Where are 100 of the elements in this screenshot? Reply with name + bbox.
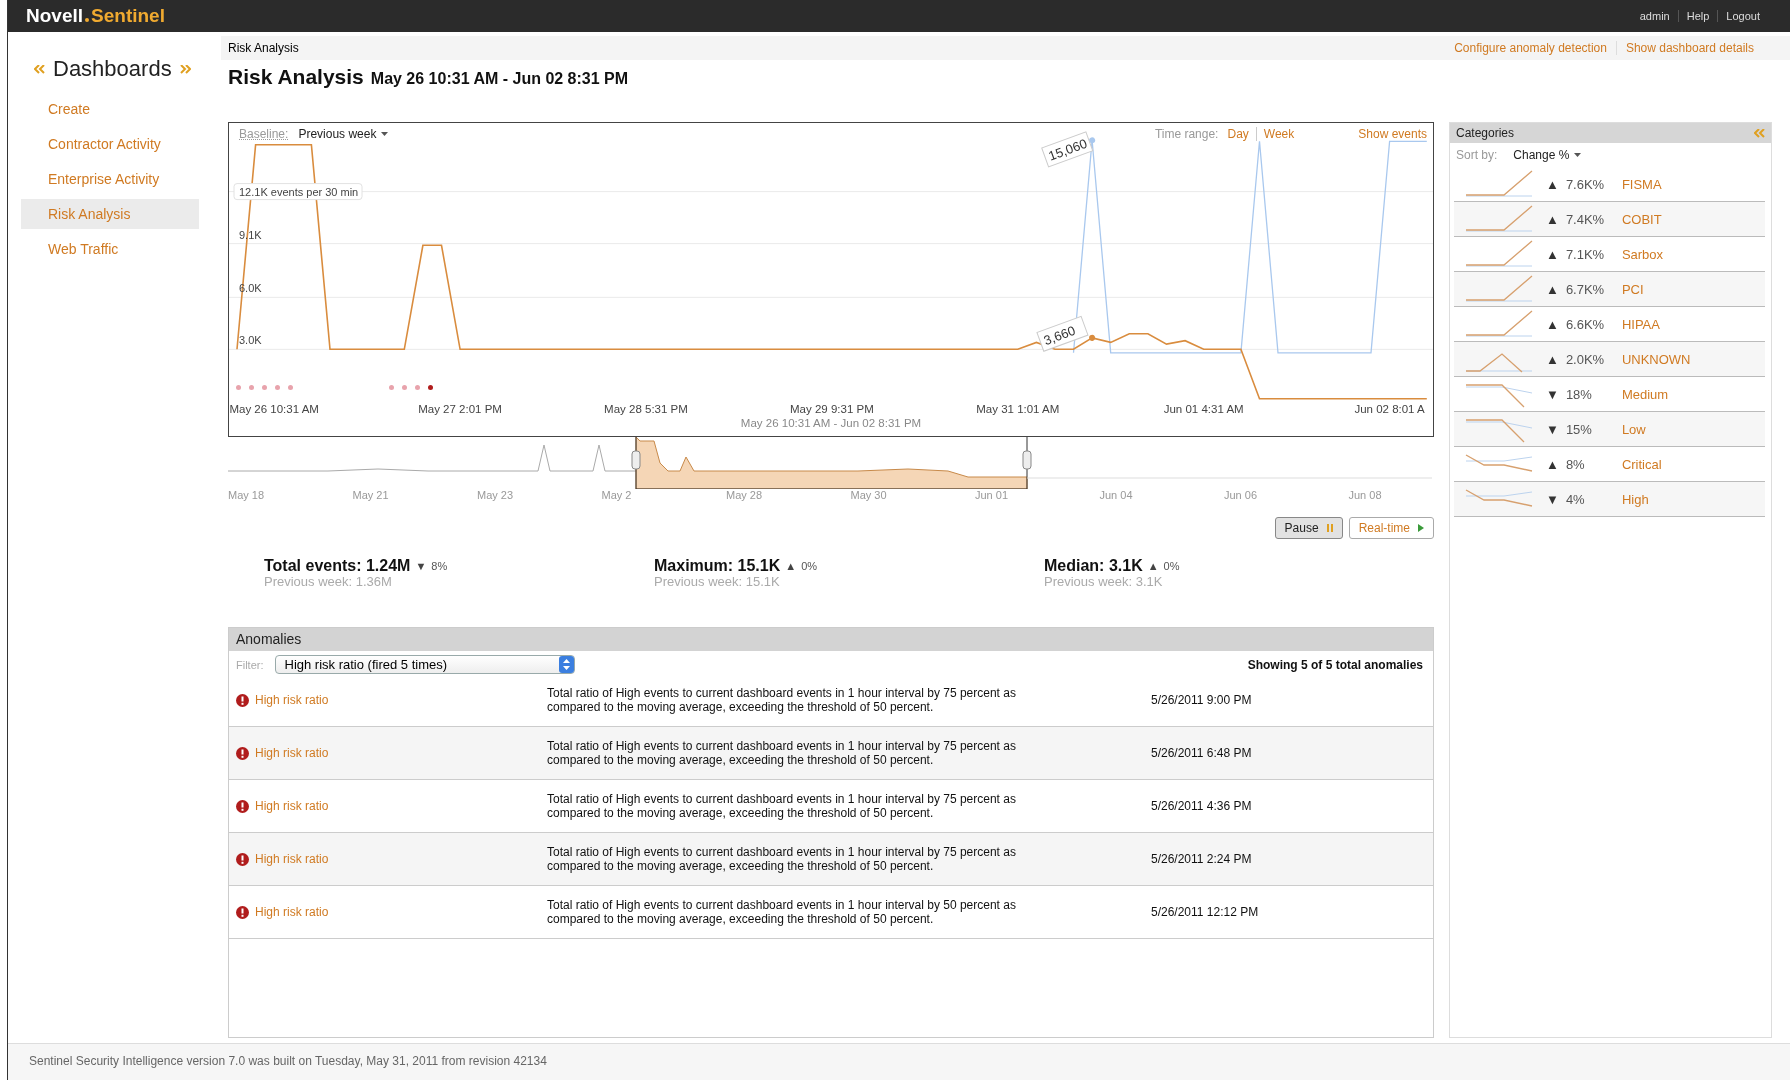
event-marker[interactable] (415, 385, 420, 390)
category-link[interactable]: Low (1621, 421, 1646, 437)
sort-label: Sort by: (1456, 148, 1498, 162)
trend-arrow: ▼ (415, 560, 427, 572)
action-link[interactable]: Show dashboard details (1625, 41, 1754, 55)
stat-change: 0% (801, 560, 818, 572)
dashboard-link[interactable]: Web Traffic (21, 234, 199, 264)
category-link[interactable]: High (1621, 491, 1649, 507)
pause-icon (1326, 524, 1333, 532)
anomaly-link[interactable]: High risk ratio (255, 852, 329, 866)
show-events-link[interactable]: Show events (1358, 127, 1427, 141)
time-range-link[interactable]: Week (1255, 127, 1295, 141)
dashboard-link[interactable]: Risk Analysis (21, 199, 199, 229)
alert-icon (236, 799, 249, 813)
time-range-link[interactable]: Day (1227, 127, 1249, 141)
alert-icon (236, 905, 249, 919)
overview-date-label: Jun 08 (1348, 489, 1382, 501)
event-marker[interactable] (402, 385, 407, 390)
overview-date-label: May 23 (477, 489, 515, 501)
category-change: 2.0K% (1565, 351, 1606, 367)
anomaly-description: Total ratio of High events to current dashboard events in 1 hour interval by 75 percent as compared to the moving average, exceeding the threshold of 50 percent. (547, 792, 1017, 820)
trend-sparkline (1464, 239, 1534, 269)
anomaly-link[interactable]: High risk ratio (255, 693, 329, 707)
overview-date-label: May 30 (850, 489, 888, 501)
annotation: 3,660 (1041, 322, 1078, 348)
trend-sparkline (1464, 169, 1534, 199)
x-tick-label: May 28 5:31 PM (604, 403, 688, 415)
x-tick-label: Jun 02 8:01 A (1354, 403, 1425, 415)
action-link[interactable]: Configure anomaly detection (1454, 41, 1607, 55)
x-tick-label: May 31 1:01 AM (976, 403, 1060, 415)
trend-arrow: ▲ (1546, 351, 1559, 367)
overview-date-label: Jun 01 (975, 489, 1010, 501)
category-change: 7.4K% (1565, 211, 1606, 227)
baseline-dropdown[interactable]: Previous week (298, 127, 389, 141)
dashboard-link[interactable]: Enterprise Activity (21, 164, 199, 194)
expand-icon[interactable] (179, 64, 191, 74)
category-link[interactable]: HIPAA (1621, 316, 1660, 332)
header-link[interactable]: Logout (1717, 10, 1768, 22)
category-link[interactable]: PCI (1621, 281, 1644, 297)
trend-arrow: ▼ (1546, 421, 1559, 437)
header-link[interactable]: Help (1677, 10, 1718, 22)
breadcrumb: Risk Analysis (228, 41, 299, 55)
header-link[interactable]: admin (1631, 10, 1678, 22)
baseline-label: Baseline: (239, 127, 289, 141)
trend-arrow: ▲ (1546, 176, 1559, 192)
collapse-icon[interactable] (34, 64, 45, 74)
pause-button[interactable]: Pause (1274, 517, 1343, 539)
overview-date-label: May 28 (726, 489, 764, 501)
anomaly-description: Total ratio of High events to current dashboard events in 1 hour interval by 75 percent as compared to the moving average, exceeding the threshold of 50 percent. (547, 845, 1017, 873)
category-change: 6.7K% (1565, 281, 1606, 297)
anomaly-link[interactable]: High risk ratio (255, 905, 329, 919)
anomaly-description: Total ratio of High events to current dashboard events in 1 hour interval by 75 percent as compared to the moving average, exceeding the threshold of 50 percent. (547, 739, 1017, 767)
category-link[interactable]: Sarbox (1621, 246, 1664, 262)
x-tick-label: Jun 01 4:31 AM (1163, 403, 1244, 415)
annotation: 15,060 (1046, 135, 1090, 164)
collapse-icon[interactable] (1754, 128, 1765, 138)
play-button[interactable]: Real-time (1348, 517, 1434, 539)
category-change: 8% (1565, 456, 1586, 472)
page-title: Risk Analysis (228, 65, 364, 89)
category-link[interactable]: COBIT (1621, 211, 1662, 227)
anomaly-link[interactable]: High risk ratio (255, 746, 329, 760)
alert-icon (236, 693, 249, 707)
category-change: 7.6K% (1565, 176, 1606, 192)
overview-drawing[interactable] (228, 437, 1432, 489)
overview-date-label: May 18 (228, 489, 266, 501)
trend-arrow: ▲ (1147, 560, 1159, 572)
overview-date-label: Jun 04 (1099, 489, 1134, 501)
category-change: 4% (1565, 491, 1586, 507)
dashboard-link[interactable]: Create (21, 94, 199, 124)
event-marker[interactable] (275, 385, 280, 390)
anomaly-time: 5/26/2011 9:00 PM (1151, 693, 1252, 707)
category-link[interactable]: Critical (1621, 456, 1662, 472)
event-marker[interactable] (288, 385, 293, 390)
category-change: 15% (1565, 421, 1593, 437)
event-marker[interactable] (249, 385, 254, 390)
trend-arrow: ▼ (1546, 491, 1559, 507)
overview-date-label: Jun 06 (1224, 489, 1259, 501)
event-marker[interactable] (389, 385, 394, 390)
logo-dot (85, 18, 90, 22)
category-link[interactable]: FISMA (1621, 176, 1662, 192)
dashboard-link[interactable]: Contractor Activity (21, 129, 199, 159)
event-marker[interactable] (236, 385, 241, 390)
category-link[interactable]: UNKNOWN (1621, 351, 1691, 367)
stat-previous: Previous week: 1.36M (264, 575, 393, 588)
stat-value: Maximum: 15.1K (654, 557, 781, 575)
caret-icon (1574, 153, 1582, 157)
trend-arrow: ▲ (1546, 316, 1559, 332)
filter-select[interactable]: High risk ratio (fired 5 times) (274, 655, 575, 674)
event-marker[interactable] (262, 385, 267, 390)
value-callout: 15,060 (1041, 131, 1096, 168)
stat-change: 0% (1163, 560, 1180, 572)
anomaly-description: Total ratio of High events to current dashboard events in 1 hour interval by 75 percent as compared to the moving average, exceeding the threshold of 50 percent. (547, 686, 1017, 714)
event-marker[interactable] (428, 385, 433, 390)
sort-dropdown[interactable]: Change % (1513, 148, 1582, 162)
anomaly-link[interactable]: High risk ratio (255, 799, 329, 813)
category-link[interactable]: Medium (1621, 386, 1669, 402)
trend-sparkline (1464, 274, 1534, 304)
overview-date-label: May 2 (601, 489, 633, 501)
x-tick-label: May 27 2:01 PM (418, 403, 502, 415)
anomaly-time: 5/26/2011 2:24 PM (1151, 852, 1252, 866)
